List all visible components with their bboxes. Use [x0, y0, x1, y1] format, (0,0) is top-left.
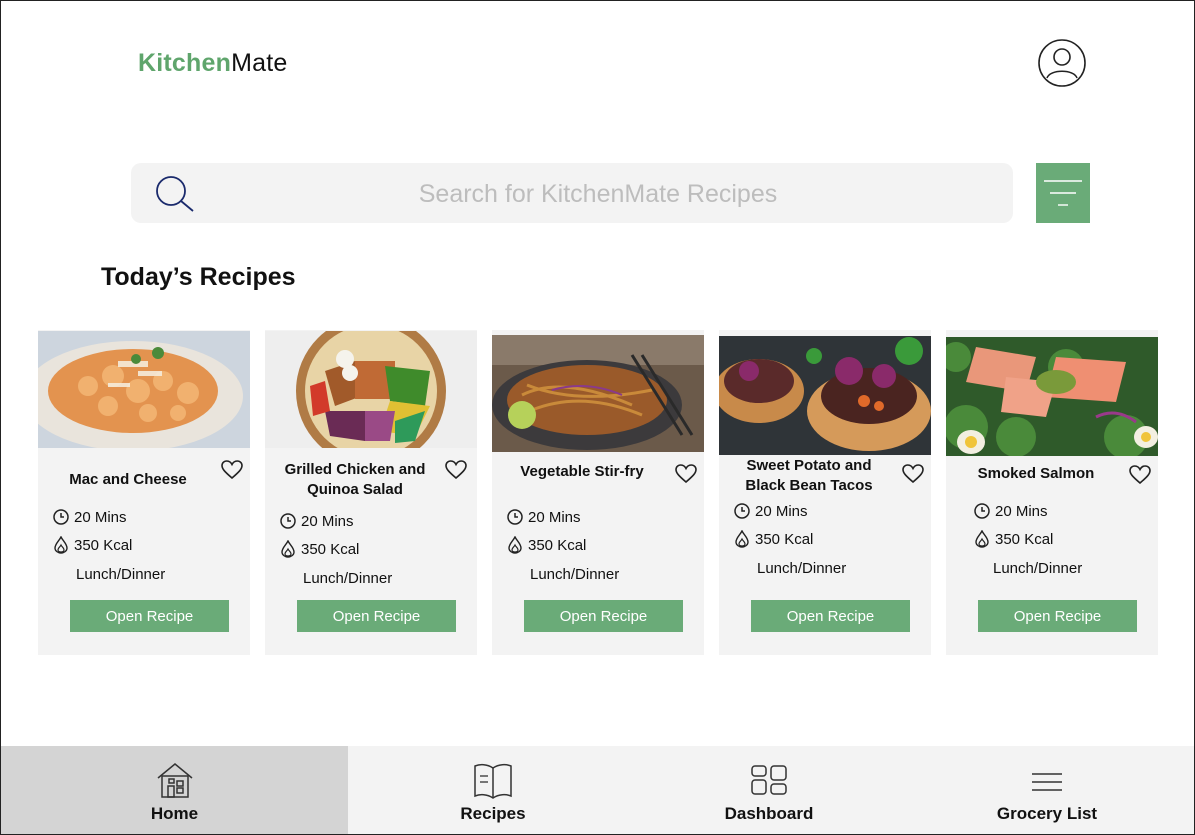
nav-item-home[interactable]: Home: [1, 746, 348, 834]
flame-icon: [735, 530, 749, 548]
flame-icon: [508, 536, 522, 554]
recipe-card: Smoked Salmon 20 Mins 350 Kcal Lunch/Din…: [946, 330, 1158, 655]
recipe-card: Vegetable Stir-fry 20 Mins 350 Kcal Lunc…: [492, 330, 704, 655]
recipe-title: Vegetable Stir-fry: [520, 463, 644, 480]
bottom-nav: Home Recipes Dashboard Grocery List: [1, 746, 1194, 834]
recipe-calories: 350 Kcal: [973, 530, 1053, 548]
flame-icon: [975, 530, 989, 548]
recipe-card: Mac and Cheese 20 Mins 350 Kcal Lunch/Di…: [38, 330, 250, 655]
recipe-card: Sweet Potato and Black Bean Tacos 20 Min…: [719, 330, 931, 655]
recipe-meal: Lunch/Dinner: [530, 566, 620, 583]
recipe-time: 20 Mins: [973, 502, 1048, 520]
clock-icon: [734, 503, 750, 519]
list-lines-icon: [1032, 773, 1062, 791]
brand-rest: Mate: [231, 49, 288, 77]
section-title: Today’s Recipes: [101, 263, 296, 291]
recipe-calories: 350 Kcal: [279, 540, 359, 558]
heart-icon[interactable]: [675, 464, 697, 484]
recipe-image[interactable]: [492, 335, 704, 452]
app-window: KitchenMate Today’s Recipes: [0, 0, 1195, 835]
recipe-calories-text: 350 Kcal: [528, 536, 587, 554]
recipe-title: Smoked Salmon: [977, 465, 1095, 482]
recipe-time-text: 20 Mins: [528, 508, 581, 526]
open-recipe-button[interactable]: Open Recipe: [751, 600, 910, 632]
recipe-calories: 350 Kcal: [506, 536, 586, 554]
house-icon: [157, 763, 192, 798]
recipe-time-text: 20 Mins: [755, 502, 808, 520]
recipe-calories-text: 350 Kcal: [301, 540, 360, 558]
heart-icon[interactable]: [902, 464, 924, 484]
nav-item-dashboard[interactable]: Dashboard: [638, 746, 900, 834]
brand-logo: KitchenMate: [138, 49, 287, 78]
search-bar: [131, 163, 1013, 225]
filter-button[interactable]: [1036, 163, 1090, 223]
nav-item-recipes[interactable]: Recipes: [348, 746, 638, 834]
recipe-calories-text: 350 Kcal: [995, 530, 1054, 548]
dashboard-grid-icon: [751, 765, 787, 795]
brand-accent: Kitchen: [138, 49, 232, 77]
recipe-time: 20 Mins: [506, 508, 581, 526]
recipe-image[interactable]: [38, 331, 250, 448]
nav-label-dashboard: Dashboard: [724, 804, 814, 823]
open-recipe-button[interactable]: Open Recipe: [70, 600, 229, 632]
open-recipe-button[interactable]: Open Recipe: [978, 600, 1137, 632]
open-recipe-button[interactable]: Open Recipe: [297, 600, 456, 632]
recipe-image[interactable]: [946, 337, 1158, 456]
open-book-icon: [474, 763, 512, 799]
search-icon[interactable]: [153, 173, 195, 215]
clock-icon: [53, 509, 69, 525]
recipe-calories: 350 Kcal: [52, 536, 132, 554]
search-input[interactable]: [201, 163, 995, 225]
clock-icon: [280, 513, 296, 529]
heart-icon[interactable]: [445, 460, 467, 480]
recipe-time: 20 Mins: [52, 508, 127, 526]
recipe-meal: Lunch/Dinner: [303, 570, 393, 587]
recipe-title: Grilled Chicken and Quinoa Salad: [284, 461, 426, 498]
clock-icon: [507, 509, 523, 525]
recipe-calories: 350 Kcal: [733, 530, 813, 548]
recipe-title: Sweet Potato and Black Bean Tacos: [745, 457, 873, 494]
heart-icon[interactable]: [1129, 465, 1151, 485]
recipe-meal: Lunch/Dinner: [993, 560, 1083, 577]
filter-icon: [1044, 180, 1082, 206]
profile-icon[interactable]: [1037, 38, 1087, 88]
recipe-time: 20 Mins: [733, 502, 808, 520]
recipe-image[interactable]: [265, 331, 477, 448]
recipe-time-text: 20 Mins: [995, 502, 1048, 520]
recipe-image[interactable]: [719, 336, 931, 455]
recipe-meal: Lunch/Dinner: [757, 560, 847, 577]
recipe-time-text: 20 Mins: [301, 512, 354, 530]
open-recipe-button[interactable]: Open Recipe: [524, 600, 683, 632]
nav-label-grocery-list: Grocery List: [996, 804, 1098, 823]
recipe-calories-text: 350 Kcal: [74, 536, 133, 554]
recipe-title: Mac and Cheese: [69, 471, 187, 488]
nav-item-grocery-list[interactable]: Grocery List: [900, 746, 1194, 834]
clock-icon: [974, 503, 990, 519]
flame-icon: [281, 540, 295, 558]
recipe-card: Grilled Chicken and Quinoa Salad 20 Mins…: [265, 330, 477, 655]
nav-label-recipes: Recipes: [460, 804, 526, 823]
flame-icon: [54, 536, 68, 554]
recipe-time-text: 20 Mins: [74, 508, 127, 526]
nav-label-home: Home: [150, 804, 199, 823]
recipe-calories-text: 350 Kcal: [755, 530, 814, 548]
recipe-time: 20 Mins: [279, 512, 354, 530]
recipe-meal: Lunch/Dinner: [76, 566, 166, 583]
heart-icon[interactable]: [221, 460, 243, 480]
